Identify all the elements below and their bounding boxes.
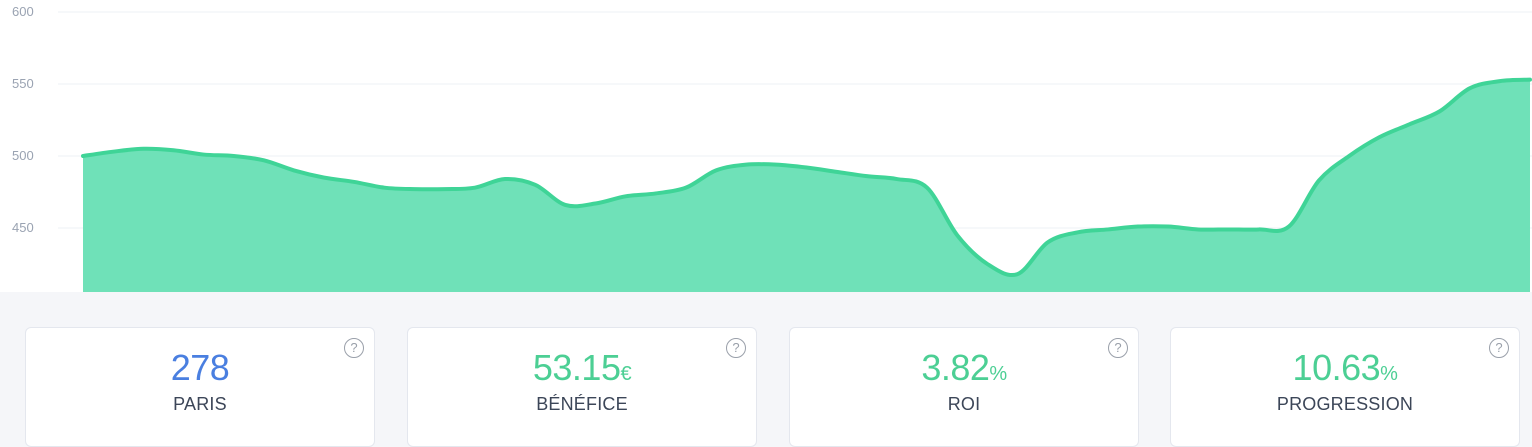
y-tick-label: 450	[12, 220, 34, 235]
y-tick-label: 600	[12, 4, 34, 19]
stat-number: 3.82	[921, 347, 990, 388]
stat-value: 53.15€	[408, 348, 756, 394]
stat-card-progression: 10.63% PROGRESSION ?	[1170, 327, 1520, 447]
stat-label: PROGRESSION	[1276, 394, 1414, 414]
stat-unit: %	[1380, 363, 1398, 385]
area-chart: 450 500 550 600	[12, 4, 1532, 292]
stat-label: BÉNÉFICE	[536, 394, 628, 414]
y-tick-label: 550	[12, 76, 34, 91]
stat-number: 10.63	[1292, 347, 1381, 388]
stat-card-roi: 3.82% ROI ?	[789, 327, 1139, 447]
bankroll-chart-panel: 450 500 550 600	[0, 0, 1532, 292]
stat-unit: €	[620, 363, 632, 385]
help-icon[interactable]: ?	[1489, 338, 1509, 358]
stat-label: PARIS	[173, 394, 227, 414]
y-tick-label: 500	[12, 148, 34, 163]
stat-unit: %	[989, 363, 1007, 385]
stat-value: 10.63%	[1171, 348, 1519, 394]
stat-number: 53.15	[532, 347, 621, 388]
stat-card-benefice: 53.15€ BÉNÉFICE ?	[407, 327, 757, 447]
help-icon[interactable]: ?	[344, 338, 364, 358]
stat-number: 278	[170, 347, 230, 388]
help-icon[interactable]: ?	[1108, 338, 1128, 358]
help-icon[interactable]: ?	[726, 338, 746, 358]
stats-row: 278 PARIS ? 53.15€ BÉNÉFICE ? 3.82% ROI …	[0, 292, 1532, 447]
stat-value: 278	[26, 348, 374, 394]
stat-label: ROI	[947, 394, 981, 414]
stat-card-paris: 278 PARIS ?	[25, 327, 375, 447]
stat-value: 3.82%	[790, 348, 1138, 394]
